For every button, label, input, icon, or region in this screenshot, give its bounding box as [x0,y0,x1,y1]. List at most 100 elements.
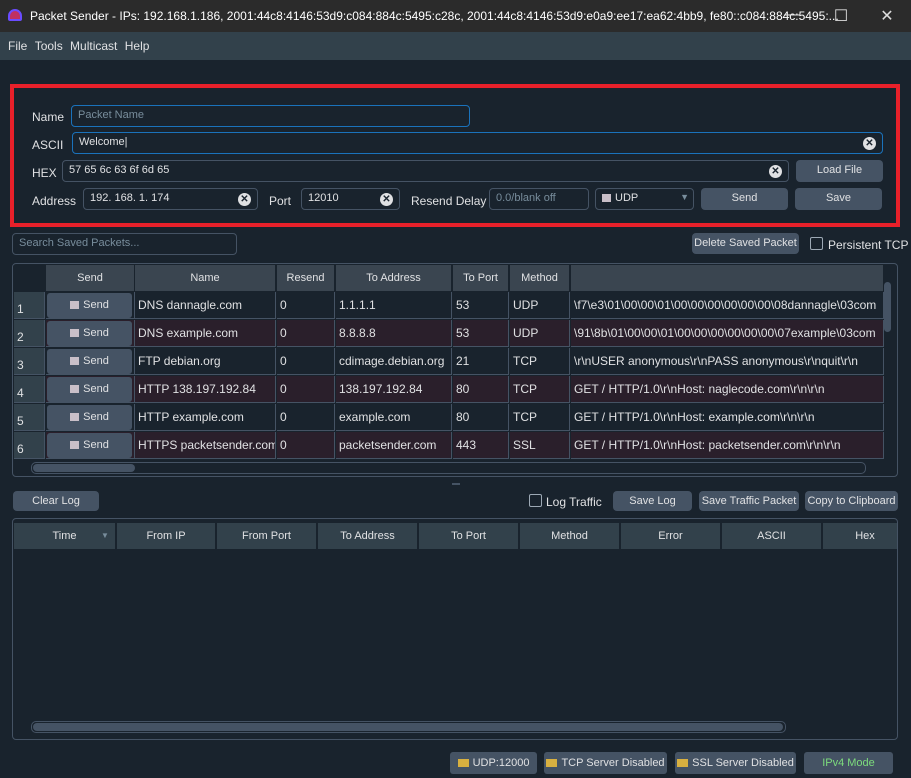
horizontal-scrollbar[interactable] [33,723,783,731]
table-cell-addr[interactable]: 8.8.8.8 [336,320,452,347]
table-cell-port[interactable]: 53 [453,320,509,347]
ipv4-mode-button[interactable]: IPv4 Mode [804,752,893,774]
log-column-header[interactable]: To Address [318,523,418,549]
table-cell-data[interactable]: GET / HTTP/1.0\r\nHost: packetsender.com… [571,432,884,459]
horizontal-scrollbar[interactable] [33,464,135,472]
menu-file[interactable]: File [8,39,27,53]
table-cell-data[interactable]: \91\8b\01\00\00\01\00\00\00\00\00\00\07e… [571,320,884,347]
ssl-status: SSL Server Disabled [692,757,794,769]
persistent-tcp-checkbox[interactable] [810,237,823,250]
table-cell-data[interactable]: \f7\e3\01\00\00\01\00\00\00\00\00\00\08d… [571,292,884,319]
close-button[interactable]: ✕ [872,6,902,26]
ascii-value: Welcome [79,136,125,148]
table-cell-data[interactable]: GET / HTTP/1.0\r\nHost: naglecode.com\r\… [571,376,884,403]
table-cell-resend[interactable]: 0 [277,348,335,375]
udp-status: UDP:12000 [472,757,530,769]
table-cell-addr[interactable]: packetsender.com [336,432,452,459]
menu-tools[interactable]: Tools [35,39,63,53]
table-cell-name[interactable]: FTP debian.org [135,348,276,375]
column-header[interactable]: To Port [453,265,509,291]
log-column-header[interactable]: Error [621,523,721,549]
table-cell-method[interactable]: TCP [510,376,570,403]
table-cell-method[interactable]: SSL [510,432,570,459]
save-button[interactable]: Save [795,188,882,210]
column-header[interactable]: Send [46,265,135,291]
name-label: Name [32,110,65,124]
column-header[interactable]: To Address [336,265,452,291]
table-cell-resend[interactable]: 0 [277,292,335,319]
log-column-header[interactable]: Hex [823,523,897,549]
table-cell-port[interactable]: 21 [453,348,509,375]
search-saved-input[interactable]: Search Saved Packets... [19,237,139,249]
column-header[interactable] [571,265,884,291]
save-log-button[interactable]: Save Log [613,491,692,511]
copy-to-clipboard-button[interactable]: Copy to Clipboard [805,491,898,511]
row-send-button[interactable]: Send [47,349,132,374]
log-traffic-checkbox[interactable] [529,494,542,507]
protocol-select[interactable]: UDP ▼ [595,188,694,210]
save-traffic-packet-button[interactable]: Save Traffic Packet [699,491,799,511]
table-cell-method[interactable]: TCP [510,348,570,375]
address-input[interactable]: 192. 168. 1. 174 ✕ [83,188,258,210]
ssl-status-button[interactable]: SSL Server Disabled [675,752,796,774]
row-send-button[interactable]: Send [47,377,132,402]
row-send-button[interactable]: Send [47,433,132,458]
maximize-button[interactable]: ☐ [826,6,856,26]
menu-multicast[interactable]: Multicast [70,39,117,53]
table-cell-resend[interactable]: 0 [277,376,335,403]
table-cell-method[interactable]: UDP [510,292,570,319]
table-cell-method[interactable]: UDP [510,320,570,347]
table-cell-addr[interactable]: cdimage.debian.org [336,348,452,375]
table-cell-name[interactable]: HTTP example.com [135,404,276,431]
row-send-button[interactable]: Send [47,405,132,430]
traffic-log-table: Time From IP From Port To Address To Port Met… [12,518,898,740]
clear-port-icon[interactable]: ✕ [380,193,393,206]
clear-log-button[interactable]: Clear Log [13,491,99,511]
port-input[interactable]: 12010 ✕ [301,188,400,210]
table-cell-addr[interactable]: example.com [336,404,452,431]
ascii-label: ASCII [32,138,64,152]
load-file-button[interactable]: Load File [796,160,883,182]
table-cell-name[interactable]: HTTP 138.197.192.84 [135,376,276,403]
row-send-button[interactable]: Send [47,293,132,318]
table-cell-data[interactable]: GET / HTTP/1.0\r\nHost: example.com\r\n\… [571,404,884,431]
column-header[interactable]: Method [510,265,570,291]
vertical-scrollbar[interactable] [884,282,891,332]
row-send-button[interactable]: Send [47,321,132,346]
table-cell-port[interactable]: 80 [453,376,509,403]
table-cell-port[interactable]: 53 [453,292,509,319]
name-input[interactable]: Packet Name [78,109,144,121]
hex-input[interactable]: 57 65 6c 63 6f 6d 65 ✕ [62,160,789,182]
table-cell-name[interactable]: DNS example.com [135,320,276,347]
minimize-button[interactable]: — [777,6,807,24]
log-column-header[interactable]: From Port [217,523,317,549]
menu-help[interactable]: Help [125,39,150,53]
delete-saved-packet-button[interactable]: Delete Saved Packet [692,233,799,254]
table-cell-resend[interactable]: 0 [277,432,335,459]
table-cell-addr[interactable]: 138.197.192.84 [336,376,452,403]
udp-status-button[interactable]: UDP:12000 [450,752,537,774]
column-header[interactable]: Name [135,265,276,291]
column-header[interactable]: Resend [277,265,335,291]
clear-ascii-icon[interactable]: ✕ [863,137,876,150]
table-cell-resend[interactable]: 0 [277,320,335,347]
resend-delay-input[interactable]: 0.0/blank off [496,192,556,204]
splitter-handle[interactable] [452,483,460,485]
ascii-input[interactable]: Welcome| ✕ [72,132,883,154]
table-cell-addr[interactable]: 1.1.1.1 [336,292,452,319]
table-cell-method[interactable]: TCP [510,404,570,431]
table-cell-name[interactable]: HTTPS packetsender.com [135,432,276,459]
clear-hex-icon[interactable]: ✕ [769,165,782,178]
log-column-header[interactable]: From IP [117,523,216,549]
table-cell-name[interactable]: DNS dannagle.com [135,292,276,319]
table-cell-data[interactable]: \r\nUSER anonymous\r\nPASS anonymous\r\n… [571,348,884,375]
table-cell-resend[interactable]: 0 [277,404,335,431]
log-column-header[interactable]: To Port [419,523,519,549]
log-column-header[interactable]: Method [520,523,620,549]
tcp-status-button[interactable]: TCP Server Disabled [544,752,667,774]
send-button[interactable]: Send [701,188,788,210]
table-cell-port[interactable]: 443 [453,432,509,459]
log-column-header[interactable]: ASCII [722,523,822,549]
table-cell-port[interactable]: 80 [453,404,509,431]
clear-address-icon[interactable]: ✕ [238,193,251,206]
